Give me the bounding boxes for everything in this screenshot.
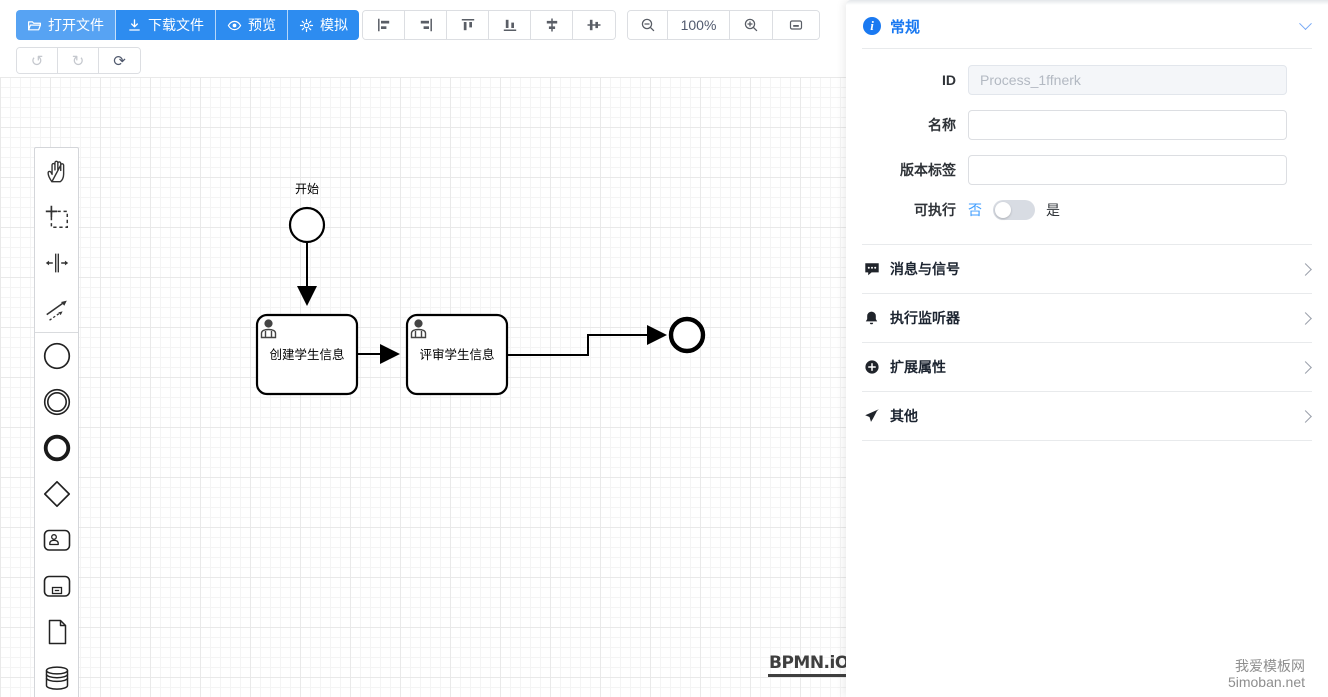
chevron-right-icon xyxy=(1299,262,1312,276)
sequence-flow-review-to-end[interactable] xyxy=(507,325,667,356)
section-extended-properties[interactable]: 扩展属性 xyxy=(846,343,1328,391)
start-event-label: 开始 xyxy=(295,182,319,196)
plus-circle-icon xyxy=(863,359,880,375)
chevron-right-icon xyxy=(1299,311,1312,325)
executable-yes-label: 是 xyxy=(1046,202,1060,218)
watermark-line2: 5imoban.net xyxy=(1227,674,1305,690)
version-field-row: 版本标签 xyxy=(846,155,1287,185)
info-icon: i xyxy=(863,17,881,35)
properties-panel: i 常规 ID 名称 版本标签 可执行 否 是 xyxy=(846,0,1328,697)
name-label: 名称 xyxy=(928,117,956,133)
bell-icon xyxy=(863,310,880,326)
watermark-line1: 我爱模板网 xyxy=(1235,658,1305,674)
executable-row: 可执行 否 是 xyxy=(846,200,1287,220)
executable-label: 可执行 xyxy=(914,202,956,218)
toggle-knob xyxy=(995,202,1011,218)
chevron-right-icon xyxy=(1299,409,1312,423)
name-field-row: 名称 xyxy=(846,110,1287,140)
start-event-shape[interactable] xyxy=(288,206,326,244)
end-event-shape[interactable] xyxy=(668,316,706,354)
section-other[interactable]: 其他 xyxy=(846,392,1328,440)
version-label: 版本标签 xyxy=(900,162,956,178)
section-messages-signals[interactable]: 消息与信号 xyxy=(846,245,1328,293)
task-create-student-label: 创建学生信息 xyxy=(269,347,344,362)
version-input[interactable] xyxy=(968,155,1287,185)
panel-top-edge xyxy=(846,0,1328,5)
executable-toggle[interactable] xyxy=(993,200,1035,220)
id-label: ID xyxy=(942,72,956,88)
message-icon xyxy=(863,261,880,277)
general-form: ID 名称 版本标签 可执行 否 是 xyxy=(846,49,1328,244)
bpmn-editor: 打开文件 下载文件 预览 模拟 100% ↺ ↻ ⟳ 开始 创建学生信息 评审学… xyxy=(0,0,1328,697)
id-input[interactable] xyxy=(968,65,1287,95)
chevron-down-icon xyxy=(1299,16,1312,30)
divider xyxy=(862,440,1312,441)
site-watermark: 我爱模板网 5imoban.net xyxy=(1228,658,1305,690)
id-field-row: ID xyxy=(846,65,1287,95)
name-input[interactable] xyxy=(968,110,1287,140)
bpmn-io-logo[interactable]: BPMN.iO xyxy=(768,653,850,677)
general-section-header[interactable]: i 常规 xyxy=(846,0,1328,48)
task-review-student-label: 评审学生信息 xyxy=(419,347,494,362)
process-diagram: 开始 创建学生信息 评审学生信息 xyxy=(255,182,706,396)
general-section-title: 常规 xyxy=(890,18,921,36)
chevron-right-icon xyxy=(1299,360,1312,374)
section-execution-listeners[interactable]: 执行监听器 xyxy=(846,294,1328,342)
executable-no-label: 否 xyxy=(968,202,982,218)
send-icon xyxy=(863,408,880,424)
bpmn-canvas[interactable]: 打开文件 下载文件 预览 模拟 100% ↺ ↻ ⟳ 开始 创建学生信息 评审学… xyxy=(0,0,850,697)
